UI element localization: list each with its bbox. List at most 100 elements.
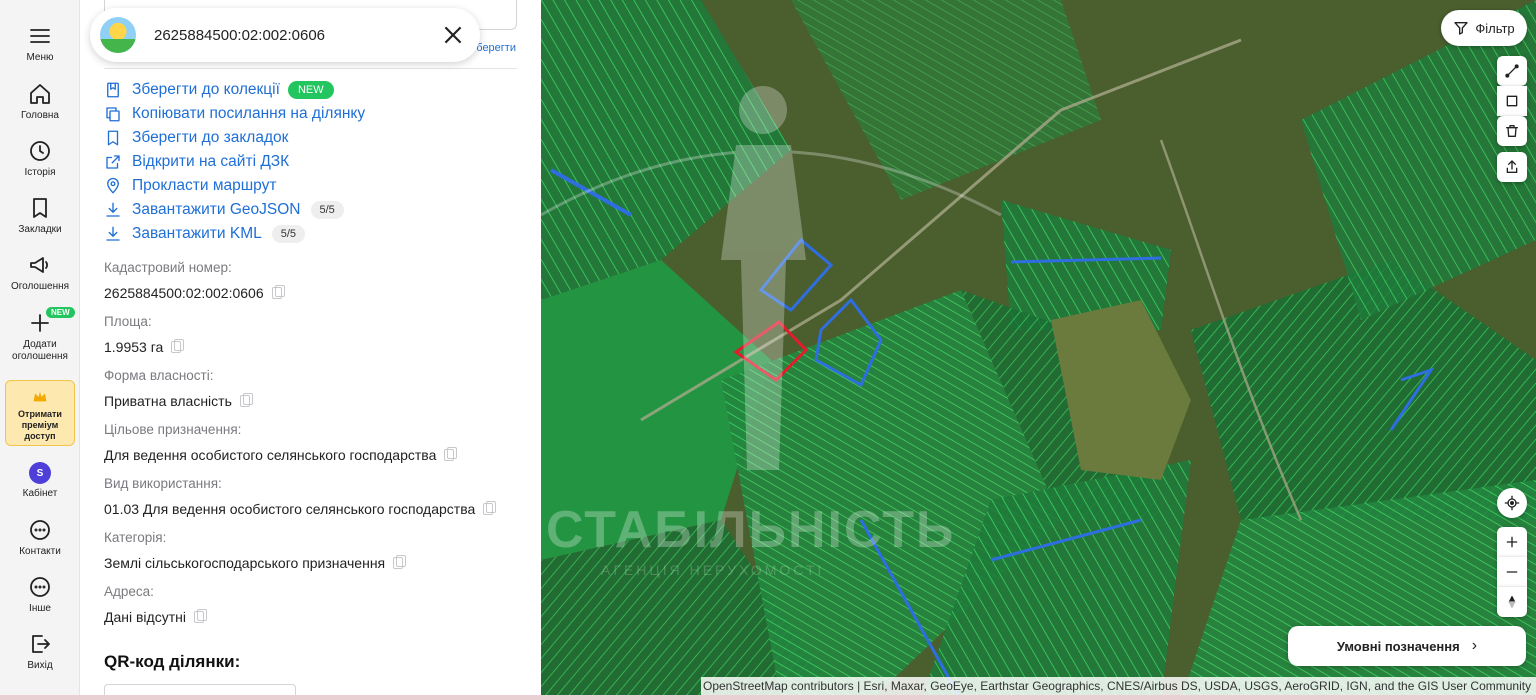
- parcel-info-panel: берегти 2625884500:02:002:0606 Зберегти …: [80, 0, 540, 700]
- location-pin-icon: [107, 177, 119, 194]
- bookmark-icon: [33, 198, 47, 218]
- field-label: Категорія:: [104, 530, 167, 545]
- clock-icon: [30, 141, 50, 161]
- bookmarks-label: Закладки: [18, 224, 62, 235]
- copy-icon[interactable]: [483, 501, 497, 515]
- field-value: 2625884500:02:002:0606: [104, 285, 264, 301]
- download-icon: [106, 202, 120, 217]
- field-ownership: Форма власності: Приватна власність: [104, 368, 253, 409]
- add-ad-label: Додати оголошення: [12, 339, 68, 362]
- close-icon: [444, 26, 462, 44]
- field-usage: Вид використання: 01.03 Для ведення особ…: [104, 476, 497, 517]
- copy-icon[interactable]: [271, 285, 285, 299]
- polygon-icon: [1506, 95, 1518, 107]
- copy-icon[interactable]: [444, 447, 458, 461]
- copy-icon[interactable]: [171, 339, 185, 353]
- field-label: Цільове призначення:: [104, 422, 242, 437]
- save-to-collection-link[interactable]: Зберегти до колекції NEW: [104, 78, 365, 102]
- draw-polygon-button[interactable]: [1497, 86, 1527, 116]
- copy-icon[interactable]: [193, 609, 207, 623]
- field-label: Адреса:: [104, 584, 154, 599]
- satellite-map[interactable]: [541, 0, 1536, 700]
- map-attribution[interactable]: OpenStreetMap contributors | Esri, Maxar…: [701, 677, 1536, 695]
- draw-line-button[interactable]: [1497, 56, 1527, 86]
- delete-drawing-button[interactable]: [1497, 116, 1527, 146]
- route-action[interactable]: Прокласти маршрут: [104, 174, 365, 198]
- open-dzk-action[interactable]: Відкрити на сайті ДЗК: [104, 150, 365, 174]
- background-save-link[interactable]: берегти: [476, 42, 516, 54]
- action-label: Зберегти до колекції: [132, 81, 280, 98]
- more-icon: [30, 577, 50, 597]
- field-purpose: Цільове призначення: Для ведення особист…: [104, 422, 458, 463]
- locate-me-button[interactable]: [1497, 488, 1527, 518]
- other-label: Інше: [29, 603, 51, 614]
- download-geojson-action[interactable]: Завантажити GeoJSON 5/5: [104, 198, 365, 222]
- locate-icon: [1504, 495, 1520, 511]
- nav-other[interactable]: Інше: [0, 575, 80, 615]
- draw-line-icon: [1505, 64, 1519, 78]
- search-value[interactable]: 2625884500:02:002:0606: [154, 27, 325, 44]
- field-label: Форма власності:: [104, 368, 214, 383]
- window-bottom-edge: [0, 695, 1536, 700]
- logout-label: Вихід: [27, 660, 53, 671]
- share-button[interactable]: [1497, 152, 1527, 182]
- field-value: Для ведення особистого селянського госпо…: [104, 447, 437, 463]
- field-value: Приватна власність: [104, 393, 232, 409]
- trash-icon: [1506, 125, 1518, 137]
- chat-icon: [30, 520, 50, 540]
- field-cadastral: Кадастровий номер: 2625884500:02:002:060…: [104, 260, 285, 301]
- copy-link-icon: [106, 107, 120, 122]
- legend-button[interactable]: Умовні позначення ›: [1288, 626, 1526, 666]
- qr-title: QR-код ділянки:: [104, 652, 241, 671]
- copy-link-action[interactable]: Копіювати посилання на ділянку: [104, 102, 365, 126]
- filter-label: Фільтр: [1475, 20, 1515, 36]
- field-value: Землі сільськогосподарського призначення: [104, 555, 386, 571]
- menu-button[interactable]: Меню: [0, 24, 80, 64]
- nav-add-ad[interactable]: NEW Додати оголошення: [0, 307, 80, 363]
- nav-bookmarks[interactable]: Закладки: [0, 196, 80, 236]
- nav-home[interactable]: Головна: [0, 82, 80, 122]
- premium-button[interactable]: Отримати преміум доступ: [5, 380, 75, 446]
- search-bar[interactable]: 2625884500:02:002:0606: [90, 8, 480, 62]
- nav-contacts[interactable]: Контакти: [0, 518, 80, 558]
- crown-icon: [33, 391, 47, 402]
- contacts-label: Контакти: [19, 546, 61, 557]
- nav-ads[interactable]: Оголошення: [0, 253, 80, 293]
- megaphone-icon: [30, 257, 49, 273]
- logout-icon: [32, 635, 50, 653]
- add-ad-new-badge: NEW: [46, 307, 75, 318]
- close-button[interactable]: [440, 22, 466, 48]
- zoom-out-button[interactable]: [1497, 557, 1527, 587]
- download-kml-action[interactable]: Завантажити KML 5/5: [104, 222, 365, 246]
- nav-logout[interactable]: Вихід: [0, 632, 80, 672]
- field-area: Площа: 1.9953 га: [104, 314, 185, 355]
- divider: [104, 68, 517, 69]
- field-label: Вид використання:: [104, 476, 222, 491]
- hamburger-icon: [30, 29, 50, 43]
- action-label: Копіювати посилання на ділянку: [132, 105, 366, 122]
- nav-history[interactable]: Історія: [0, 139, 80, 179]
- external-link-icon: [106, 155, 120, 169]
- bookmark-icon: [107, 130, 119, 146]
- zoom-in-button[interactable]: [1497, 527, 1527, 557]
- watermark-text: СТАБІЛЬНІСТЬ: [546, 501, 956, 559]
- minus-icon: [1506, 571, 1518, 573]
- copy-icon[interactable]: [239, 393, 253, 407]
- app-logo-icon: [100, 17, 136, 53]
- field-label: Площа:: [104, 314, 152, 329]
- save-bookmark-action[interactable]: Зберегти до закладок: [104, 126, 365, 150]
- compass-button[interactable]: [1497, 587, 1527, 617]
- avatar: S: [29, 462, 51, 484]
- premium-label: Отримати преміум доступ: [18, 409, 62, 441]
- action-list: Зберегти до колекції NEW Копіювати посил…: [104, 78, 365, 246]
- compass-icon: [1508, 596, 1516, 608]
- filter-button[interactable]: Фільтр: [1441, 10, 1527, 46]
- map-view[interactable]: СТАБІЛЬНІСТЬ АГЕНЦІЯ НЕРУХОМОСТІ Фільтр …: [541, 0, 1536, 700]
- plus-icon: [1506, 536, 1518, 548]
- copy-icon[interactable]: [393, 555, 407, 569]
- share-icon: [1506, 160, 1518, 173]
- watermark-subtitle: АГЕНЦІЯ НЕРУХОМОСТІ: [601, 562, 825, 578]
- ads-label: Оголошення: [10, 281, 70, 292]
- filter-icon: [1454, 22, 1469, 35]
- nav-cabinet[interactable]: S Кабінет: [0, 462, 80, 500]
